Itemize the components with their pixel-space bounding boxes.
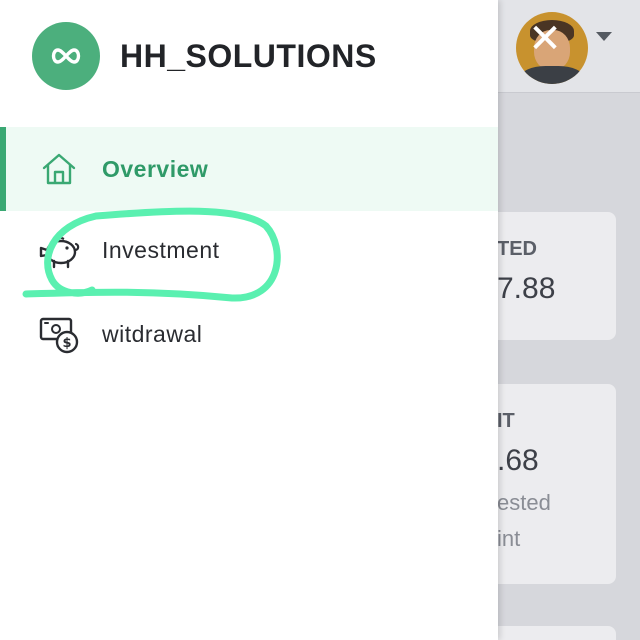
avatar-shirt <box>520 66 584 84</box>
stat-card-value: .68 <box>497 444 539 477</box>
home-icon <box>36 146 82 192</box>
stat-card-value: 7.88 <box>497 272 556 305</box>
nav-item-overview[interactable]: Overview <box>0 127 498 211</box>
stat-card-title: TED <box>497 238 537 260</box>
nav-item-label: Overview <box>102 155 209 182</box>
infinity-icon <box>32 22 100 90</box>
nav-item-label: witdrawal <box>102 320 203 347</box>
cash-withdrawal-icon: $ <box>36 311 82 357</box>
stat-card-title: IT <box>497 410 515 432</box>
svg-text:$: $ <box>62 336 71 351</box>
nav-item-witdrawal[interactable]: $ witdrawal <box>0 292 498 376</box>
chevron-down-icon[interactable] <box>596 32 612 41</box>
nav-item-investment[interactable]: Investment <box>0 208 498 292</box>
navigation-drawer: HH_SOLUTIONS Overview Investment $ witdr… <box>0 0 498 640</box>
screen: ✕ TED 7.88 IT .68 ested int HH_SOLUTIONS <box>0 0 640 640</box>
stat-card-subtitle: int <box>497 526 521 551</box>
close-icon[interactable]: ✕ <box>528 19 562 59</box>
nav-item-label: Investment <box>102 236 220 263</box>
brand-name: HH_SOLUTIONS <box>120 37 377 74</box>
stat-card-subtitle: ested <box>497 490 551 515</box>
brand[interactable]: HH_SOLUTIONS <box>32 22 377 90</box>
piggy-bank-icon <box>36 227 82 273</box>
